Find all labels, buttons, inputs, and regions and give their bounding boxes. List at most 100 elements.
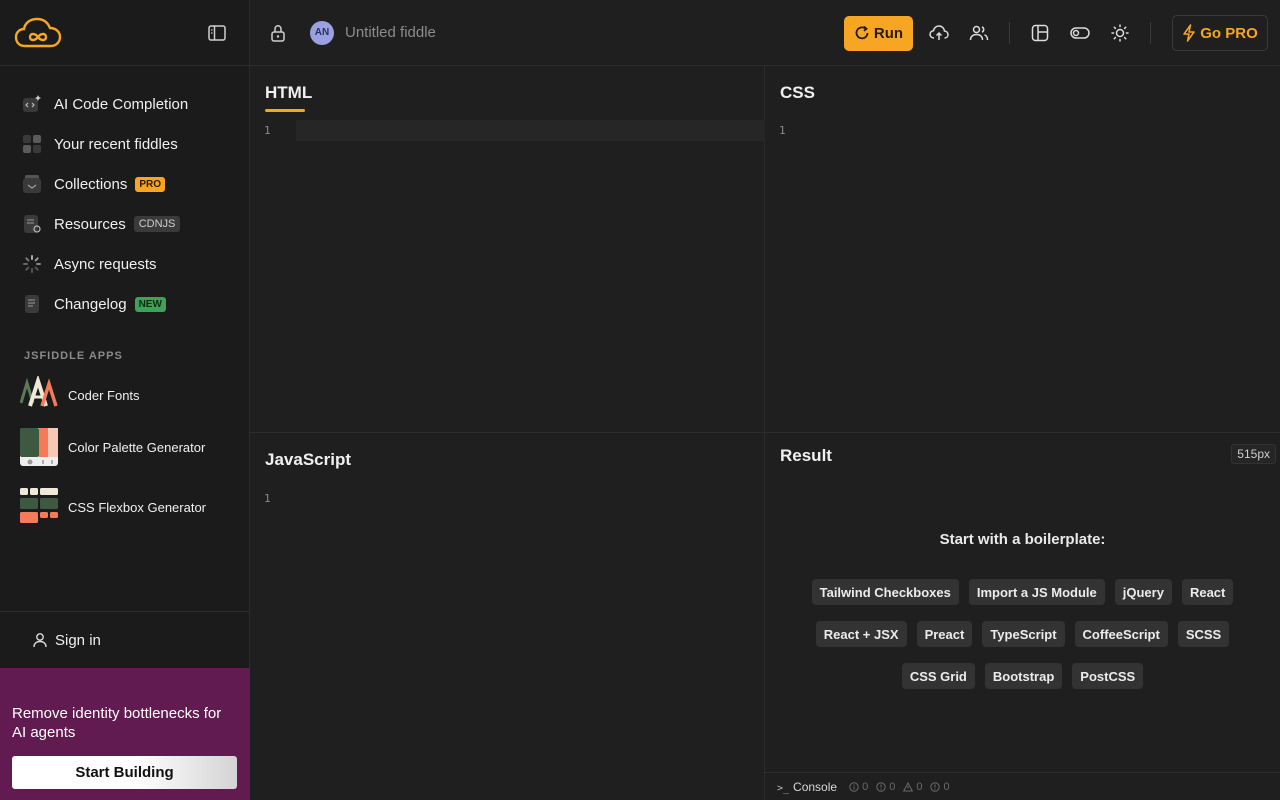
terminal-icon: >_ [777,782,790,794]
sidebar-item-label: Changelog [54,295,127,313]
boilerplate-react-jsx-button[interactable]: React + JSX [815,621,907,647]
count-value: 0 [916,780,923,793]
cloud-upload-icon [929,25,949,40]
sidebar-item-ai-code-completion[interactable]: AI Code Completion [0,84,249,124]
javascript-panel-title[interactable]: JavaScript [265,450,351,470]
sidebar-item-collections[interactable]: Collections PRO [0,164,249,204]
app-label: Color Palette Generator [68,439,206,455]
count-value: 0 [889,780,896,793]
boilerplate-tailwind-checkboxes-button[interactable]: Tailwind Checkboxes [811,579,959,605]
console-label: Console [793,779,838,794]
sidebar-item-resources[interactable]: Resources CDNJS [0,204,249,244]
boilerplate-coffeescript-button[interactable]: CoffeeScript [1074,621,1168,647]
toggle-icon [1070,27,1090,39]
console-bar: >_ Console 0 0 0 0 [765,772,1280,800]
sidebar-item-label: Async requests [54,255,157,273]
active-tab-indicator [265,109,305,112]
grid-icon [22,134,42,154]
sign-in-label: Sign in [55,631,101,649]
sidebar-item-label: Resources [54,215,126,233]
sidebar-item-async-requests[interactable]: Async requests [0,244,249,284]
color-palette-thumbnail-icon [20,428,58,466]
boilerplate-row: CSS Grid Bootstrap PostCSS [765,663,1280,689]
console-warning-count: 0 [903,781,922,793]
count-value: 0 [943,780,950,793]
boilerplate-scss-button[interactable]: SCSS [1177,621,1230,647]
line-number: 1 [779,124,786,137]
boilerplate-import-js-module-button[interactable]: Import a JS Module [968,579,1105,605]
console-error-count: 0 [930,780,950,793]
run-button[interactable]: Run [844,15,913,51]
ai-code-icon [22,94,42,114]
console-toggle-button[interactable]: >_ Console [777,780,837,794]
collections-icon [22,174,42,194]
theme-toggle-button[interactable] [1106,19,1134,47]
info-icon [849,781,859,792]
html-code-editor[interactable] [296,120,765,141]
sidebar-item-label: Collections [54,175,128,193]
apps-section-title: JSFIDDLE APPS [24,350,123,362]
app-color-palette-generator[interactable]: Color Palette Generator [0,428,249,466]
pro-badge: PRO [135,176,166,192]
boilerplate-row: React + JSX Preact TypeScript CoffeeScri… [765,621,1280,647]
app-css-flexbox-generator[interactable]: CSS Flexbox Generator [0,488,249,526]
boilerplate-bootstrap-button[interactable]: Bootstrap [984,663,1063,689]
count-value: 0 [862,780,869,793]
resources-icon [22,214,42,234]
console-log-count: 0 [849,781,868,793]
flexbox-thumbnail-icon [20,488,58,523]
boilerplate-jquery-button[interactable]: jQuery [1114,579,1172,605]
jsfiddle-logo-icon[interactable] [14,16,62,50]
boilerplate-css-grid-button[interactable]: CSS Grid [901,663,975,689]
warning-icon [903,781,914,791]
app-label: CSS Flexbox Generator [68,499,207,515]
result-width-badge: 515px [1231,444,1276,464]
line-number: 1 [264,492,271,505]
javascript-editor-panel[interactable]: JavaScript 1 [250,433,765,800]
boilerplate-react-button[interactable]: React [1181,579,1234,605]
sidebar-item-recent-fiddles[interactable]: Your recent fiddles [0,124,249,164]
boilerplate-row: Tailwind Checkboxes Import a JS Module j… [765,579,1280,605]
privacy-lock-button[interactable] [266,21,290,45]
collapse-sidebar-button[interactable] [205,21,229,45]
lock-icon [271,24,285,42]
toolbar-divider [1150,22,1151,44]
lightning-icon [1183,24,1195,42]
sidebar: AI Code Completion Your recent fiddles C… [0,0,250,800]
promo-text: Remove identity bottlenecks for AI agent… [12,705,222,741]
changelog-icon [22,294,42,314]
go-pro-button[interactable]: Go PRO [1172,15,1268,51]
start-building-button[interactable]: Start Building [12,756,237,789]
run-label: Run [873,24,904,42]
sign-in-button[interactable]: Sign in [0,611,250,668]
boilerplate-postcss-button[interactable]: PostCSS [1072,663,1144,689]
coder-fonts-thumbnail-icon [20,376,58,407]
cdnjs-badge: CDNJS [133,216,181,232]
app-coder-fonts[interactable]: Coder Fonts [0,376,249,414]
settings-toggle-button[interactable] [1066,19,1094,47]
html-panel-title[interactable]: HTML [265,83,312,103]
users-icon [969,25,989,41]
collaborate-button[interactable] [965,19,993,47]
boilerplate-typescript-button[interactable]: TypeScript [982,621,1065,647]
toolbar-divider [1009,22,1010,44]
user-icon [33,633,47,648]
sidebar-item-changelog[interactable]: Changelog NEW [0,284,249,324]
save-upload-button[interactable] [925,19,953,47]
top-bar: AN Untitled fiddle Run Go PRO [250,0,1280,66]
boilerplate-preact-button[interactable]: Preact [916,621,973,647]
error-icon [930,781,941,792]
sidebar-menu: AI Code Completion Your recent fiddles C… [0,66,249,324]
sidebar-toggle-icon [208,24,226,41]
fiddle-title-input[interactable]: Untitled fiddle [345,24,436,41]
toolbar-actions: Run Go PRO [844,0,1280,66]
sidebar-header [0,0,249,66]
css-editor-panel[interactable]: CSS 1 [765,66,1280,433]
css-panel-title[interactable]: CSS [780,83,815,103]
result-panel: Result 515px Start with a boilerplate: T… [765,433,1280,800]
sidebar-item-label: Your recent fiddles [54,135,178,153]
layout-button[interactable] [1026,19,1054,47]
avatar[interactable]: AN [310,20,334,45]
go-pro-label: Go PRO [1200,24,1258,42]
line-number: 1 [264,124,271,137]
